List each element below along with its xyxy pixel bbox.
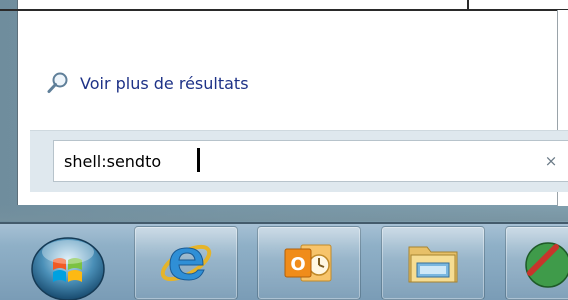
start-search-box[interactable] — [53, 140, 568, 182]
internet-explorer-icon — [160, 244, 212, 282]
top-divider-tick — [467, 0, 469, 10]
taskbar-top-edge — [0, 222, 568, 224]
start-menu-frame-highlight — [0, 205, 568, 221]
text-caret — [197, 148, 200, 172]
see-more-results-link[interactable]: Voir plus de résultats — [46, 68, 249, 98]
taskbar-button-explorer[interactable] — [381, 226, 485, 300]
network-globe-icon — [525, 242, 568, 288]
clear-search-icon[interactable]: × — [541, 151, 561, 171]
magnifier-icon — [47, 72, 68, 93]
taskbar-button-internet-explorer[interactable] — [134, 226, 238, 300]
taskbar-button-outlook[interactable]: O — [257, 226, 361, 300]
file-explorer-icon — [408, 246, 458, 283]
windows-orb-icon[interactable] — [27, 228, 109, 300]
top-divider — [0, 9, 568, 11]
svg-text:O: O — [290, 254, 305, 275]
see-more-results-label[interactable]: Voir plus de résultats — [80, 74, 249, 93]
taskbar-button-partial[interactable] — [505, 226, 568, 300]
outlook-icon: O — [284, 244, 332, 282]
start-search-input[interactable] — [64, 147, 524, 175]
